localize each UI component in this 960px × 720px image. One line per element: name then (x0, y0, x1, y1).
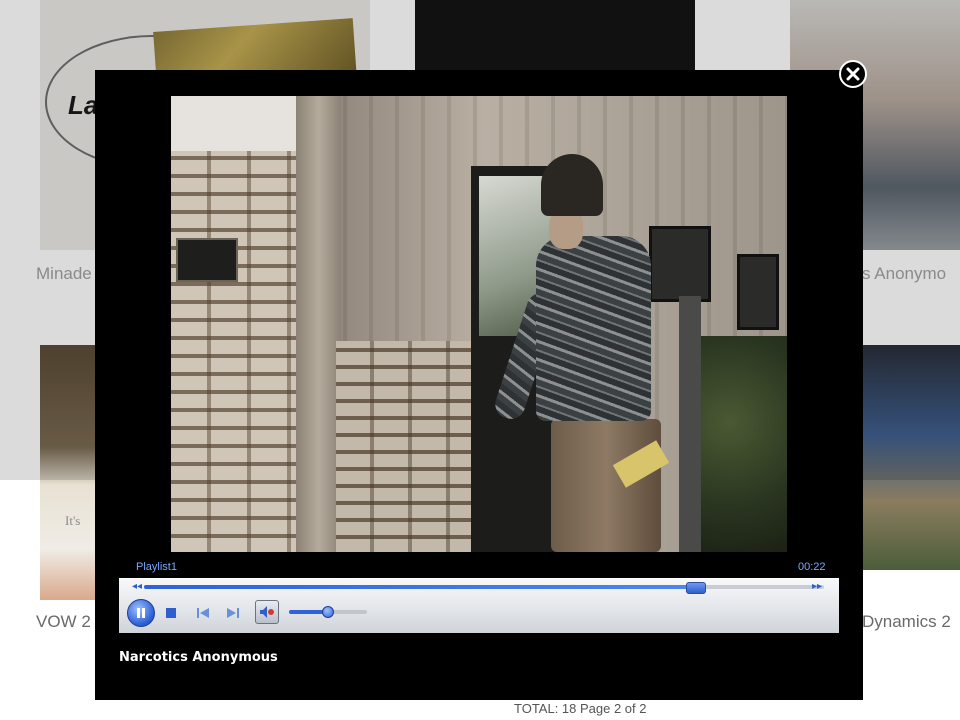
seek-bar[interactable] (144, 582, 824, 594)
video-title: Narcotics Anonymous (119, 650, 278, 665)
next-icon (227, 608, 239, 618)
video-scene-pillar (296, 96, 341, 552)
elapsed-time: 00:22 (798, 561, 826, 573)
play-pause-button[interactable] (127, 599, 155, 627)
video-scene-vent (176, 238, 238, 282)
person-hat (541, 154, 603, 216)
pause-icon (137, 608, 145, 618)
gallery-caption[interactable]: s Anonymo (862, 264, 946, 284)
mute-button[interactable] (255, 600, 279, 624)
fast-forward-icon[interactable]: ▸▸ (812, 581, 822, 593)
rewind-icon[interactable]: ◂◂ (132, 581, 142, 593)
video-scene-person (491, 151, 701, 552)
next-button[interactable] (223, 603, 243, 623)
video-scene-bush (691, 336, 787, 552)
volume-handle[interactable] (322, 606, 334, 618)
person-legs (551, 419, 661, 552)
gallery-caption[interactable]: Dynamics 2 (862, 612, 951, 632)
gallery-caption[interactable]: Minade (36, 264, 92, 284)
volume-slider[interactable] (289, 606, 367, 618)
seek-progress (144, 585, 695, 589)
player-controls: ◂◂ ▸▸ (119, 578, 839, 633)
video-frame[interactable] (171, 96, 787, 552)
gallery-caption[interactable]: VOW 2 (36, 612, 91, 632)
playlist-label[interactable]: Playlist1 (136, 561, 177, 573)
previous-icon (197, 608, 209, 618)
speaker-icon (260, 606, 274, 618)
close-icon (846, 67, 860, 81)
video-scene-window (737, 254, 779, 330)
person-jacket (536, 236, 651, 421)
seek-handle[interactable] (685, 582, 706, 594)
close-button[interactable] (839, 60, 867, 88)
stop-button[interactable] (161, 603, 181, 623)
thumbnail-text: It's (65, 513, 81, 528)
stop-icon (166, 608, 176, 618)
previous-button[interactable] (193, 603, 213, 623)
pagination-text: TOTAL: 18 Page 2 of 2 (514, 701, 647, 716)
